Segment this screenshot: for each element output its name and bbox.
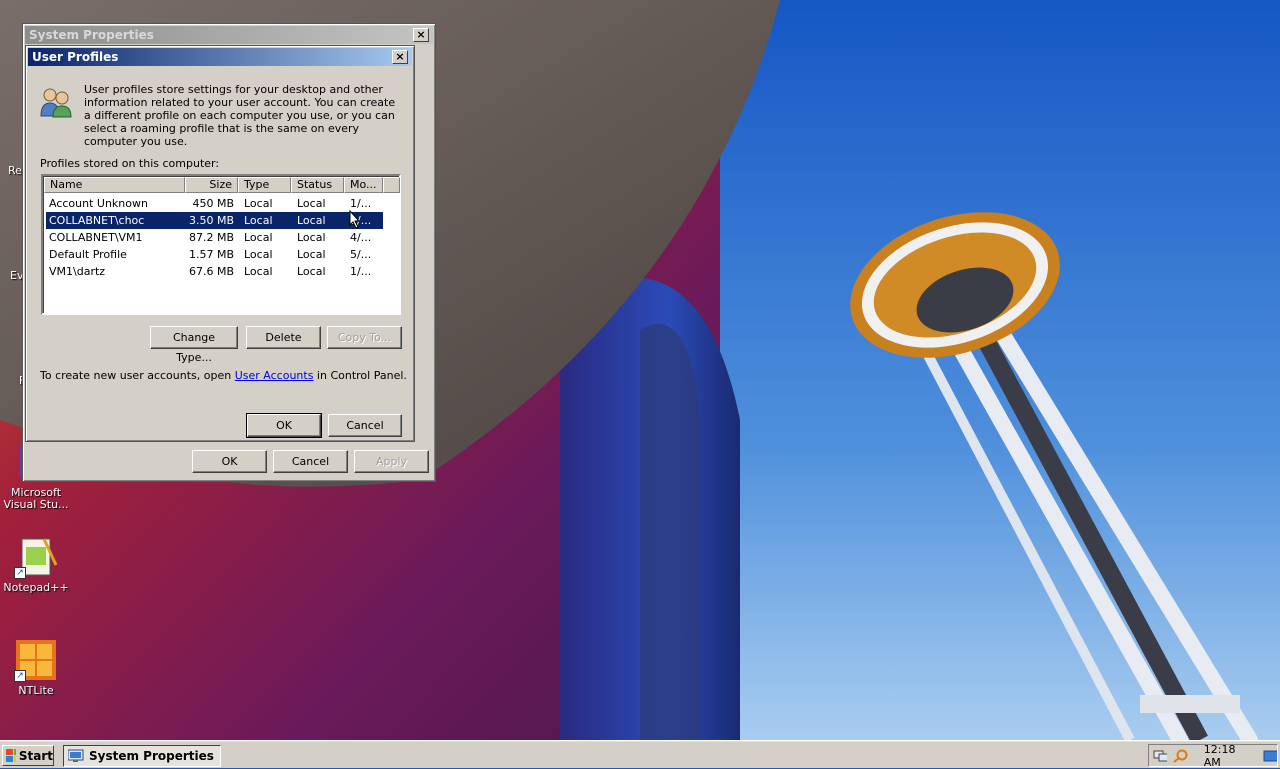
user-profiles-dialog: User Profiles × User profiles store sett… <box>25 45 415 442</box>
create-text-prefix: To create new user accounts, open <box>40 369 235 382</box>
delete-button[interactable]: Delete <box>246 326 321 349</box>
table-row[interactable]: COLLABNET\VM1 87.2 MB Local Local 4/... <box>46 229 383 246</box>
column-header-modified[interactable]: Mo... <box>344 177 383 193</box>
system-properties-titlebar[interactable]: System Properties × <box>25 26 433 44</box>
cell-type: Local <box>244 248 273 261</box>
apply-button[interactable]: Apply <box>354 450 429 473</box>
column-header-type[interactable]: Type <box>238 177 291 193</box>
desktop-icon-notepad-plus-plus[interactable]: ↗ Notepad++ <box>0 535 72 594</box>
create-text-suffix: in Control Panel. <box>313 369 407 382</box>
system-properties-icon <box>68 749 84 762</box>
cell-status: Local <box>297 197 326 210</box>
close-button[interactable]: × <box>413 28 429 42</box>
cell-size: 3.50 MB <box>188 214 234 227</box>
cell-name: COLLABNET\VM1 <box>49 231 143 244</box>
shortcut-arrow-icon: ↗ <box>14 567 26 579</box>
cell-modified: 1/... <box>350 265 372 278</box>
desktop-icon-label: NTLite <box>18 684 54 697</box>
change-type-button[interactable]: Change Type... <box>150 326 238 364</box>
show-desktop-icon[interactable] <box>1263 749 1278 763</box>
create-accounts-text: To create new user accounts, open User A… <box>40 369 407 382</box>
shortcut-arrow-icon: ↗ <box>14 670 26 682</box>
system-tray: 12:18 AM <box>1148 743 1278 769</box>
taskbar-item-label: System Properties <box>89 749 214 763</box>
table-row[interactable]: Default Profile 1.57 MB Local Local 5/..… <box>46 246 383 263</box>
cell-type: Local <box>244 231 273 244</box>
network-icon[interactable] <box>1153 749 1168 763</box>
column-header-size[interactable]: Size <box>185 177 238 193</box>
cell-status: Local <box>297 265 326 278</box>
close-button[interactable]: × <box>392 50 408 64</box>
cell-type: Local <box>244 265 273 278</box>
profiles-list[interactable]: Name Size Type Status Mo... Account Unkn… <box>41 174 401 315</box>
desktop-icon-label: Notepad++ <box>3 581 69 594</box>
cell-name: VM1\dartz <box>49 265 106 278</box>
cell-status: Local <box>297 248 326 261</box>
window-title: System Properties <box>29 28 154 42</box>
list-header: Name Size Type Status Mo... <box>44 177 400 193</box>
user-accounts-link[interactable]: User Accounts <box>235 369 314 382</box>
cell-type: Local <box>244 197 273 210</box>
clock[interactable]: 12:18 AM <box>1204 743 1251 769</box>
windows-logo-icon <box>6 748 16 762</box>
desktop-icon-label: Microsoft Visual Stu... <box>3 486 69 511</box>
start-label: Start <box>18 748 53 763</box>
table-row[interactable]: Account Unknown 450 MB Local Local 1/... <box>46 195 383 212</box>
cell-size: 1.57 MB <box>188 248 234 261</box>
start-button[interactable]: Start <box>2 745 54 766</box>
users-icon <box>39 86 73 118</box>
profiles-description: User profiles store settings for your de… <box>84 83 396 148</box>
search-icon[interactable] <box>1173 749 1188 763</box>
cell-status: Local <box>297 231 326 244</box>
column-header-name[interactable]: Name <box>44 177 185 193</box>
dialog-title: User Profiles <box>32 50 119 64</box>
ok-button[interactable]: OK <box>246 413 322 438</box>
cell-size: 67.6 MB <box>188 265 234 278</box>
taskbar-item-system-properties[interactable]: System Properties <box>63 745 221 767</box>
cell-size: 87.2 MB <box>188 231 234 244</box>
cell-name: Account Unknown <box>49 197 148 210</box>
notepad-plus-plus-icon: ↗ <box>14 535 58 579</box>
cancel-button[interactable]: Cancel <box>273 450 348 473</box>
taskbar: Start System Properties 12:18 AM <box>0 740 1280 769</box>
cell-size: 450 MB <box>192 197 234 210</box>
desktop-icon-ntlite[interactable]: ↗ NTLite <box>0 638 72 697</box>
copy-to-button[interactable]: Copy To... <box>327 326 402 349</box>
cell-modified: 5/... <box>350 248 372 261</box>
cell-status: Local <box>297 214 326 227</box>
desktop-icon-label-partial: Re <box>8 164 22 177</box>
profiles-stored-label: Profiles stored on this computer: <box>40 157 220 170</box>
cell-modified: 4/... <box>350 231 372 244</box>
table-row-selected[interactable]: COLLABNET\choc 3.50 MB Local Local 1/... <box>46 212 383 229</box>
ok-button[interactable]: OK <box>192 450 267 473</box>
mouse-cursor-icon <box>349 210 361 229</box>
cancel-button[interactable]: Cancel <box>328 414 402 437</box>
cell-name: Default Profile <box>49 248 127 261</box>
cell-name: COLLABNET\choc <box>49 214 145 227</box>
user-profiles-titlebar[interactable]: User Profiles × <box>28 48 412 66</box>
table-row[interactable]: VM1\dartz 67.6 MB Local Local 1/... <box>46 263 383 280</box>
column-header-filler <box>383 177 400 193</box>
column-header-status[interactable]: Status <box>291 177 344 193</box>
cell-type: Local <box>244 214 273 227</box>
ntlite-icon: ↗ <box>14 638 58 682</box>
